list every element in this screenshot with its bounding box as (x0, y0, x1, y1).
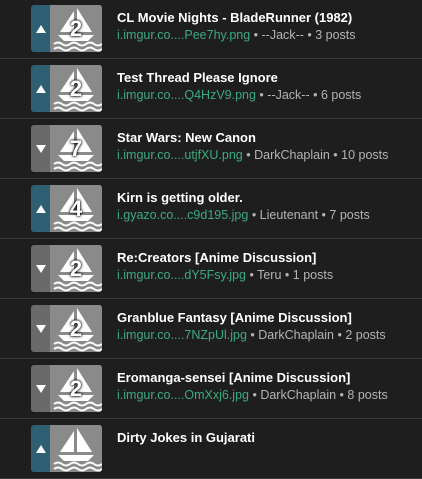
thread-thumbnail[interactable]: 2 (50, 365, 102, 412)
thread-title[interactable]: Granblue Fantasy [Anime Discussion] (117, 310, 417, 325)
triangle-up-icon (35, 444, 46, 453)
thread-link[interactable]: i.imgur.co....7NZpUl.jpg (117, 328, 247, 342)
thread-author[interactable]: DarkChaplain (254, 148, 330, 162)
thread-link[interactable]: i.imgur.co....Pee7hy.png (117, 28, 250, 42)
thread-post-count: 8 posts (347, 388, 388, 402)
thread-row[interactable]: 2 Eromanga-sensei [Anime Discussion] i.img… (0, 359, 422, 419)
thread-title[interactable]: Star Wars: New Canon (117, 130, 417, 145)
vote-up-button[interactable] (31, 425, 50, 472)
thread-thumbnail[interactable]: 2 (50, 5, 102, 52)
meta-separator: • (246, 268, 258, 282)
vote-down-button[interactable] (31, 365, 50, 412)
meta-separator: • (303, 28, 316, 42)
triangle-up-icon (35, 204, 46, 213)
vote-up-button[interactable] (31, 65, 50, 112)
thread-post-count: 7 posts (329, 208, 370, 222)
thread-link[interactable]: i.gyazo.co....c9d195.jpg (117, 208, 248, 222)
thread-title[interactable]: Dirty Jokes in Gujarati (117, 430, 417, 445)
thread-link[interactable]: i.imgur.co....utjfXU.png (117, 148, 243, 162)
thread-post-count: 6 posts (320, 88, 362, 102)
thread-post-count: 3 posts (315, 28, 356, 42)
meta-separator: • (318, 208, 330, 222)
thread-meta: i.gyazo.co....c9d195.jpg • Lieutenant • … (117, 208, 417, 222)
thread-thumbnail[interactable]: 2 (50, 245, 102, 292)
thread-author[interactable]: --Jack-- (267, 88, 309, 102)
meta-separator: • (281, 268, 293, 282)
thread-title[interactable]: Kirn is getting older. (117, 190, 417, 205)
triangle-down-icon (35, 264, 46, 273)
meta-separator: • (333, 328, 346, 342)
thread-meta: i.imgur.co....OmXxj6.jpg • DarkChaplain … (117, 388, 417, 402)
meta-separator: • (309, 88, 321, 102)
vote-down-button[interactable] (31, 305, 50, 352)
thread-thumbnail[interactable]: 4 (50, 185, 102, 232)
thread-post-count: 10 posts (341, 148, 389, 162)
thread-row[interactable]: Dirty Jokes in Gujarati (0, 419, 422, 479)
vote-count: 2 (69, 255, 83, 281)
vote-up-button[interactable] (31, 5, 50, 52)
thread-row[interactable]: 4 Kirn is getting older. i.gyazo.co....c9d… (0, 179, 422, 239)
vote-count: 4 (69, 195, 83, 221)
thread-author[interactable]: Teru (257, 268, 281, 282)
thread-meta: i.imgur.co....utjfXU.png • DarkChaplain … (117, 148, 417, 162)
thread-link[interactable]: i.imgur.co....dY5Fsy.jpg (117, 268, 246, 282)
vote-down-button[interactable] (31, 245, 50, 292)
thread-meta: i.imgur.co....dY5Fsy.jpg • Teru • 1 post… (117, 268, 417, 282)
vote-up-button[interactable] (31, 185, 50, 232)
meta-separator: • (250, 28, 262, 42)
thread-meta: i.imgur.co....7NZpUl.jpg • DarkChaplain … (117, 328, 417, 342)
vote-down-button[interactable] (31, 125, 50, 172)
triangle-up-icon (35, 84, 46, 93)
triangle-down-icon (35, 144, 46, 153)
vote-count: 2 (69, 375, 83, 401)
thread-title[interactable]: Test Thread Please Ignore (117, 70, 417, 85)
thread-row[interactable]: 2 Re:Creators [Anime Discussion] i.imgur.c… (0, 239, 422, 299)
thread-thumbnail[interactable]: 2 (50, 305, 102, 352)
thread-row[interactable]: 2 Granblue Fantasy [Anime Discussion] i.im… (0, 299, 422, 359)
thread-post-count: 2 posts (345, 328, 386, 342)
thread-author[interactable]: --Jack-- (262, 28, 304, 42)
thread-post-count: 1 posts (292, 268, 334, 282)
thread-meta: i.imgur.co....Q4HzV9.png • --Jack-- • 6 … (117, 88, 417, 102)
vote-count: 7 (69, 135, 83, 161)
triangle-down-icon (35, 324, 46, 333)
thread-author[interactable]: DarkChaplain (260, 388, 336, 402)
meta-separator: • (336, 388, 348, 402)
thread-title[interactable]: Re:Creators [Anime Discussion] (117, 250, 417, 265)
thread-thumbnail[interactable]: 7 (50, 125, 102, 172)
thread-link[interactable]: i.imgur.co....OmXxj6.jpg (117, 388, 249, 402)
triangle-up-icon (35, 24, 46, 33)
meta-separator: • (329, 148, 342, 162)
meta-separator: • (249, 388, 261, 402)
meta-separator: • (242, 148, 255, 162)
triangle-down-icon (35, 384, 46, 393)
vote-count: 2 (69, 315, 83, 341)
vote-count: 2 (69, 75, 83, 101)
meta-separator: • (255, 88, 268, 102)
thread-author[interactable]: DarkChaplain (258, 328, 334, 342)
thread-row[interactable]: 2 CL Movie Nights - BladeRunner (1982) i.i… (0, 0, 422, 59)
thread-author[interactable]: Lieutenant (260, 208, 318, 222)
thread-meta: i.imgur.co....Pee7hy.png • --Jack-- • 3 … (117, 28, 417, 42)
vote-count: 2 (69, 15, 83, 41)
thread-row[interactable]: 2 Test Thread Please Ignore i.imgur.co....… (0, 59, 422, 119)
meta-separator: • (248, 208, 260, 222)
thread-thumbnail[interactable]: 2 (50, 65, 102, 112)
thread-row[interactable]: 7 Star Wars: New Canon i.imgur.co....utjfX… (0, 119, 422, 179)
thread-title[interactable]: CL Movie Nights - BladeRunner (1982) (117, 10, 417, 25)
thread-thumbnail[interactable] (50, 425, 102, 472)
thread-link[interactable]: i.imgur.co....Q4HzV9.png (117, 88, 256, 102)
vote-count (50, 425, 102, 472)
thread-title[interactable]: Eromanga-sensei [Anime Discussion] (117, 370, 417, 385)
meta-separator: • (246, 328, 259, 342)
